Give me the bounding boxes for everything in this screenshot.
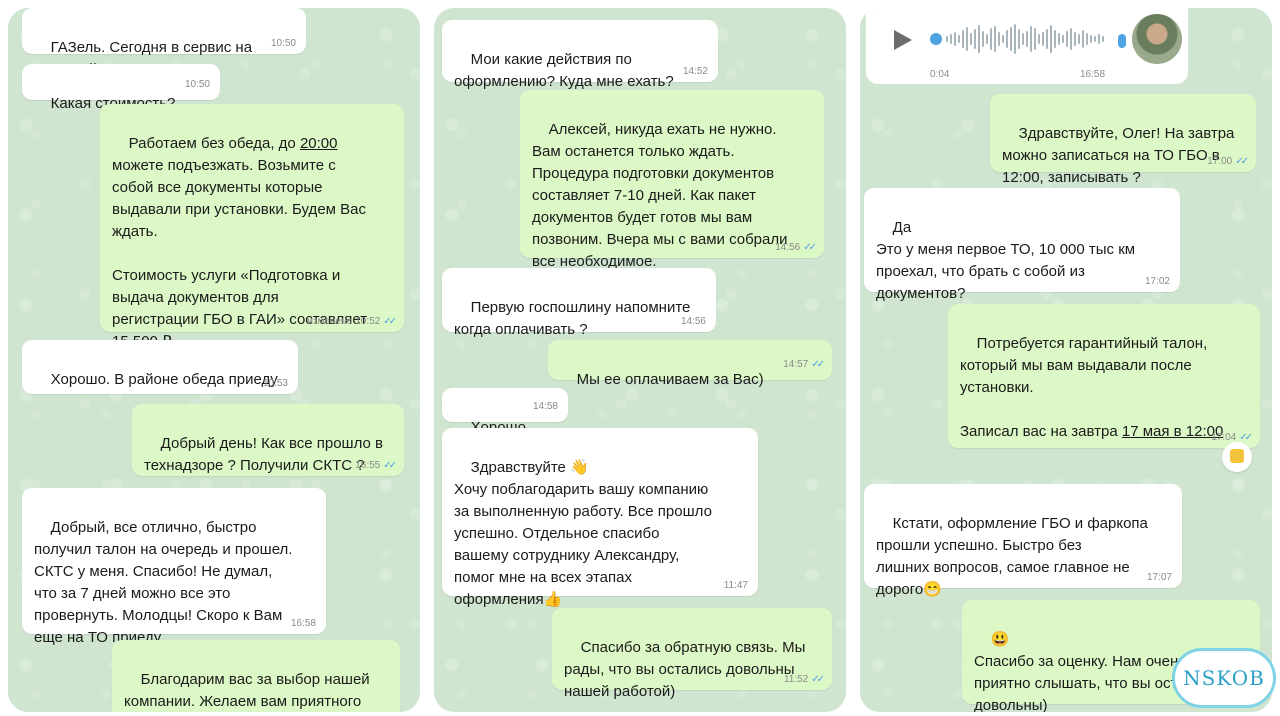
- message-meta: 11:52 ✓✓: [783, 674, 825, 686]
- read-ticks-icon: ✓✓: [811, 359, 825, 370]
- message-time: 16:55: [355, 460, 381, 471]
- message-time: 17:00: [1207, 156, 1233, 167]
- message-incoming[interactable]: ГАЗель. Сегодня в сервис на Большой 10:5…: [22, 8, 306, 78]
- message-incoming[interactable]: Добрый, все отлично, быстро получил тало…: [22, 488, 326, 646]
- message-incoming[interactable]: Мои какие действия по оформлению? Куда м…: [442, 20, 718, 90]
- message-time: 14:58: [532, 401, 558, 412]
- message-text: Мои какие действия по оформлению? Куда м…: [454, 51, 674, 90]
- read-ticks-icon: ✓✓: [811, 674, 825, 685]
- message-meta: 14:56 ✓✓: [775, 242, 817, 254]
- read-ticks-icon: ✓✓: [383, 316, 397, 327]
- message-text: Спасибо за обратную связь. Мы рады, что …: [564, 639, 806, 700]
- message-outgoing[interactable]: Потребуется гарантийный талон, который м…: [948, 304, 1260, 448]
- message-text: Мы ее оплачиваем за Вас): [576, 371, 764, 388]
- message-meta: 14:57 ✓✓: [783, 359, 825, 371]
- message-text: Здравствуйте 👋 Хочу поблагодарить вашу к…: [454, 459, 712, 608]
- message-text: Добрый день! Как все прошло в технадзоре…: [144, 435, 383, 474]
- message-text: Потребуется гарантийный талон, который м…: [960, 335, 1224, 440]
- message-outgoing[interactable]: Здравствуйте, Олег! На завтра можно запи…: [990, 94, 1256, 186]
- read-ticks-icon: ✓✓: [383, 460, 397, 471]
- message-time: 16:58: [1080, 69, 1106, 80]
- message-outgoing[interactable]: Спасибо за обратную связь. Мы рады, что …: [552, 608, 832, 700]
- voice-elapsed: 0:04: [930, 69, 950, 80]
- message-time: 10:50: [184, 79, 210, 90]
- message-time: 10:52: [355, 316, 381, 327]
- message-text: Первую госпошлину напомните когда оплачи…: [454, 299, 691, 338]
- message-text: Да Это у меня первое ТО, 10 000 тыс км п…: [876, 219, 1136, 302]
- message-time: 17:07: [1146, 572, 1172, 583]
- message-incoming[interactable]: Да Это у меня первое ТО, 10 000 тыс км п…: [864, 188, 1180, 302]
- message-incoming[interactable]: Первую госпошлину напомните когда оплачи…: [442, 268, 716, 338]
- avatar: [1132, 14, 1182, 64]
- message-text: Здравствуйте, Олег! На завтра можно запи…: [1002, 125, 1235, 186]
- read-ticks-icon: ✓✓: [1235, 156, 1249, 167]
- thumbs-up-reaction-icon[interactable]: [1222, 442, 1252, 472]
- edited-label: изменено: [307, 316, 353, 327]
- message-time: 17:02: [1144, 276, 1170, 287]
- microphone-icon: [1118, 34, 1126, 48]
- message-time: 14:57: [783, 359, 809, 370]
- message-outgoing[interactable]: Алексей, никуда ехать не нужно. Вам оста…: [520, 90, 824, 270]
- message-incoming[interactable]: Хорошо. В районе обеда приеду 10:53: [22, 340, 298, 394]
- message-time: 17:04: [1211, 432, 1237, 443]
- message-text: Алексей, никуда ехать не нужно. Вам оста…: [532, 121, 788, 270]
- message-text: Кстати, оформление ГБО и фаркопа прошли …: [876, 515, 1148, 598]
- chat-panel-3: 0:04 16:58 Здравствуйте, Олег! На завтра…: [860, 8, 1272, 712]
- message-time: 14:56: [775, 242, 801, 253]
- message-time: 16:58: [290, 618, 316, 629]
- message-meta: изменено 10:52 ✓✓: [307, 316, 397, 328]
- chat-panel-2: Мои какие действия по оформлению? Куда м…: [434, 8, 846, 712]
- watermark-logo: NSKOB: [1172, 648, 1276, 708]
- play-icon[interactable]: [894, 30, 912, 50]
- read-ticks-icon: ✓✓: [803, 242, 817, 253]
- read-ticks-icon: ✓✓: [1239, 432, 1253, 443]
- message-incoming[interactable]: Хорошо 14:58: [442, 388, 568, 436]
- message-time: 11:52: [783, 674, 809, 685]
- message-incoming[interactable]: Здравствуйте 👋 Хочу поблагодарить вашу к…: [442, 428, 758, 608]
- message-text: Благодарим вас за выбор нашей компании. …: [124, 671, 370, 710]
- chat-panel-1: ГАЗель. Сегодня в сервис на Большой 10:5…: [8, 8, 420, 712]
- voice-message[interactable]: 0:04 16:58: [866, 8, 1188, 84]
- message-outgoing[interactable]: Благодарим вас за выбор нашей компании. …: [112, 640, 400, 712]
- message-outgoing[interactable]: Работаем без обеда, до 20:00 можете подъ…: [100, 104, 404, 350]
- message-time: 14:56: [680, 316, 706, 327]
- waveform: [946, 22, 1106, 56]
- message-meta: 17:00 ✓✓: [1207, 156, 1249, 168]
- message-incoming[interactable]: Кстати, оформление ГБО и фаркопа прошли …: [864, 484, 1182, 598]
- playback-position-handle[interactable]: [930, 33, 942, 45]
- message-time: 10:50: [270, 38, 296, 49]
- message-incoming[interactable]: Какая стоимость? 10:50: [22, 64, 220, 112]
- message-time: 10:53: [262, 378, 288, 389]
- message-time: 14:52: [682, 66, 708, 77]
- message-text: Хорошо. В районе обеда приеду: [50, 371, 278, 388]
- message-time: 11:47: [723, 580, 748, 591]
- message-outgoing[interactable]: Мы ее оплачиваем за Вас) 14:57 ✓✓: [548, 340, 832, 388]
- message-meta: 16:55 ✓✓: [355, 460, 397, 472]
- message-text: Добрый, все отлично, быстро получил тало…: [34, 519, 293, 646]
- message-outgoing[interactable]: Добрый день! Как все прошло в технадзоре…: [132, 404, 404, 476]
